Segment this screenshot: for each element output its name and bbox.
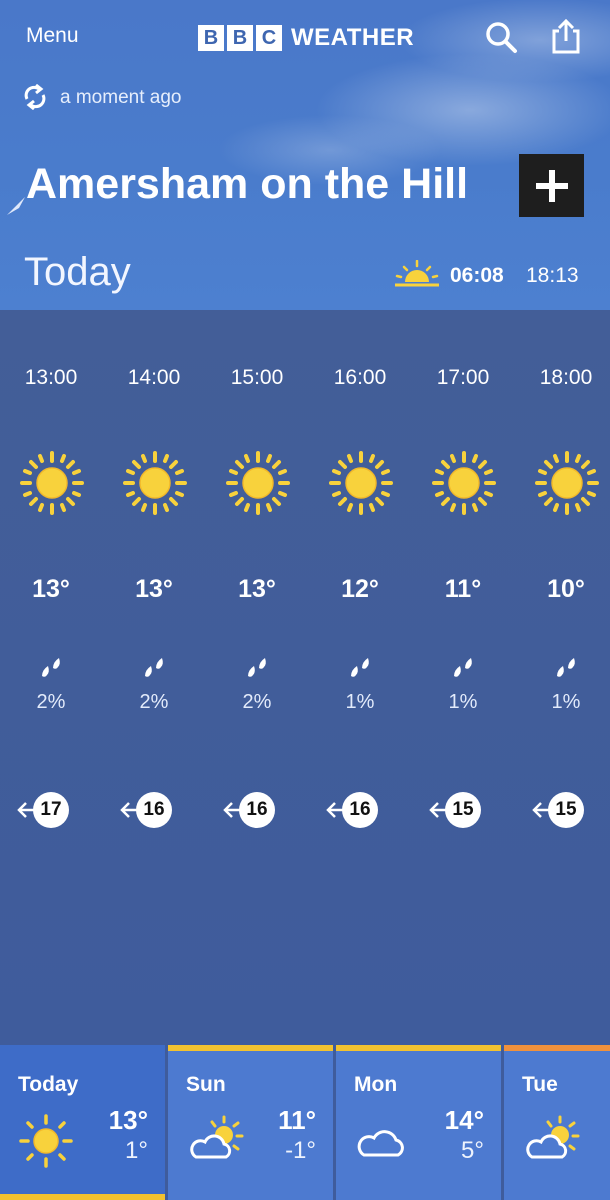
day-tab-tue[interactable]: Tue — [504, 1045, 610, 1200]
today-heading: Today — [24, 250, 131, 294]
hour-temperature: 12° — [341, 575, 379, 603]
header-area: Menu B B C WEATHER a moment ago Amersham… — [0, 0, 610, 310]
raindrop-icon — [454, 658, 472, 677]
wind-speed: 17 — [33, 792, 69, 828]
add-location-button[interactable] — [519, 154, 584, 217]
day-name: Tue — [522, 1073, 558, 1096]
hour-precipitation: 1% — [551, 691, 581, 713]
raindrop-icon — [248, 658, 266, 677]
hour-time: 15:00 — [230, 366, 284, 389]
raindrop-icon — [42, 658, 60, 677]
day-name: Mon — [354, 1073, 398, 1096]
plus-icon — [535, 169, 568, 202]
hour-precipitation: 2% — [242, 691, 272, 713]
wind-speed: 16 — [136, 792, 172, 828]
wind-speed: 15 — [548, 792, 584, 828]
sunrise-icon — [395, 260, 439, 287]
last-updated: a moment ago — [60, 87, 182, 108]
wind-indicator: 16 — [223, 790, 293, 830]
hour-temperature: 11° — [444, 575, 482, 603]
day-low: -1° — [285, 1137, 316, 1164]
day-high: 11° — [278, 1105, 316, 1135]
day-name: Sun — [186, 1073, 226, 1096]
wind-indicator: 16 — [326, 790, 396, 830]
logo-letter-b2: B — [227, 25, 253, 51]
hour-time: 17:00 — [436, 366, 490, 389]
cloud-icon — [357, 1130, 404, 1157]
hour-temperature: 13° — [238, 575, 276, 603]
share-icon[interactable] — [550, 18, 582, 54]
hour-temperature: 13° — [32, 575, 70, 603]
sun-icon — [226, 451, 290, 515]
refresh-icon[interactable] — [22, 84, 48, 110]
raindrop-icon — [557, 658, 575, 677]
sun-icon — [123, 451, 187, 515]
hourly-forecast[interactable]: 13:00 13° 2% 17 14:00 13° 2% 16 15:00 13… — [0, 310, 610, 1045]
sun-icon — [19, 1114, 73, 1168]
hour-precipitation: 1% — [448, 691, 478, 713]
location-arrow-icon — [7, 197, 25, 215]
location-name: Amersham on the Hill — [26, 160, 469, 208]
day-indicator-bar — [0, 1194, 165, 1200]
hour-temperature: 13° — [135, 575, 173, 603]
sun-cloud-icon — [526, 1115, 580, 1159]
hour-time: 14:00 — [127, 366, 181, 389]
hour-time: 16:00 — [333, 366, 387, 389]
sun-icon — [329, 451, 393, 515]
raindrop-icon — [351, 658, 369, 677]
day-indicator-bar — [336, 1045, 501, 1051]
sun-icon — [535, 451, 599, 515]
hour-precipitation: 1% — [345, 691, 375, 713]
day-tab-today[interactable]: Today 13° 1° — [0, 1045, 165, 1200]
day-high: 13° — [108, 1105, 148, 1135]
hour-precipitation: 2% — [139, 691, 169, 713]
wind-indicator: 15 — [532, 790, 602, 830]
bbc-weather-logo[interactable]: B B C WEATHER — [198, 24, 414, 52]
hour-temperature: 10° — [547, 575, 585, 603]
day-low: 1° — [125, 1137, 148, 1164]
search-icon[interactable] — [484, 20, 518, 54]
wind-indicator: 15 — [429, 790, 499, 830]
hour-time: 13:00 — [24, 366, 78, 389]
day-indicator-bar — [168, 1045, 333, 1051]
day-low: 5° — [461, 1137, 484, 1164]
logo-letter-c: C — [256, 25, 282, 51]
wind-speed: 15 — [445, 792, 481, 828]
hour-time: 18:00 — [539, 366, 593, 389]
day-high: 14° — [444, 1105, 484, 1135]
day-tab-mon[interactable]: Mon 14° 5° — [336, 1045, 501, 1200]
day-indicator-bar — [504, 1045, 610, 1051]
wind-speed: 16 — [342, 792, 378, 828]
logo-letter-b1: B — [198, 25, 224, 51]
sun-cloud-icon — [190, 1115, 244, 1159]
sunset-time: 18:13 — [526, 264, 579, 287]
hour-precipitation: 2% — [36, 691, 66, 713]
wind-speed: 16 — [239, 792, 275, 828]
wind-indicator: 17 — [17, 790, 87, 830]
day-tab-sun[interactable]: Sun 11° -1° — [168, 1045, 333, 1200]
wind-indicator: 16 — [120, 790, 190, 830]
sun-icon — [20, 451, 84, 515]
raindrop-icon — [145, 658, 163, 677]
sunrise-time: 06:08 — [450, 264, 504, 287]
menu-button[interactable]: Menu — [26, 24, 79, 48]
day-name: Today — [18, 1073, 79, 1096]
logo-word: WEATHER — [291, 24, 415, 51]
daily-forecast-strip[interactable]: Today 13° 1° Sun 11° -1° Mon 14° 5° Tue — [0, 1045, 610, 1200]
sun-icon — [432, 451, 496, 515]
